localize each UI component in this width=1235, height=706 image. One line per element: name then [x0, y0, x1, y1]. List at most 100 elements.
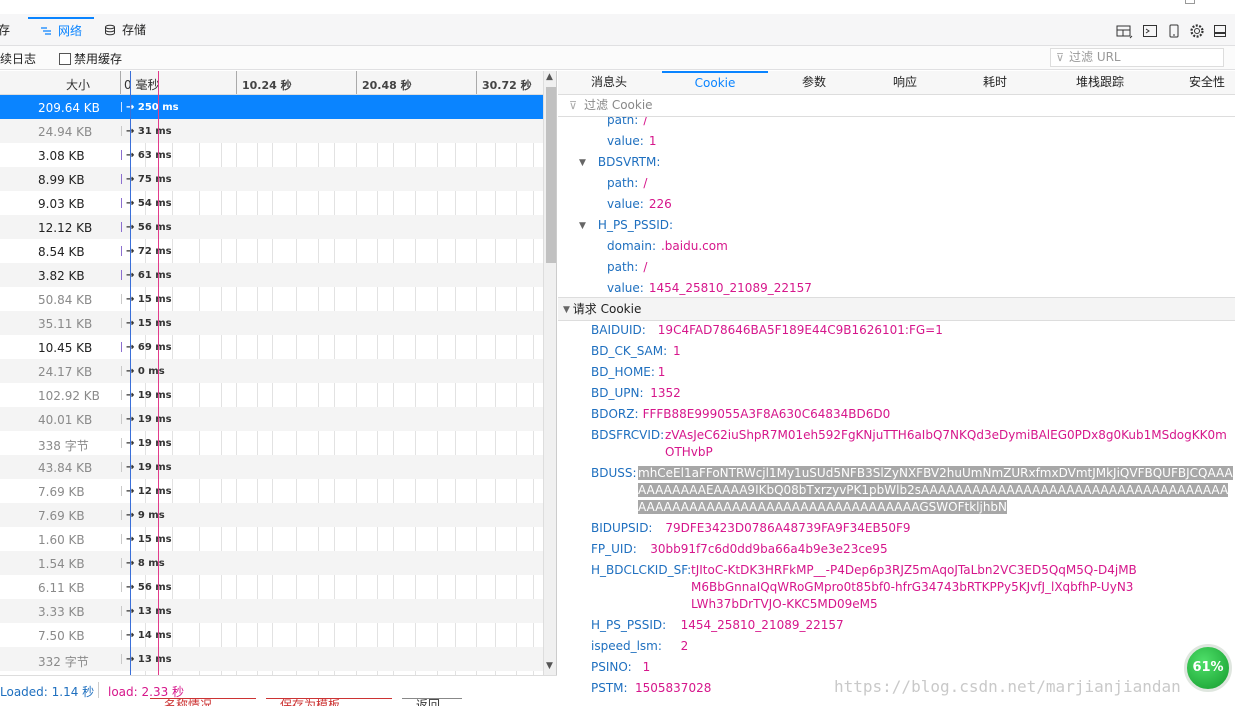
cookie-entry[interactable]: BIDUPSID:	[591, 520, 652, 537]
table-row[interactable]: 24.17 KB → 0 ms	[0, 359, 543, 383]
console-icon[interactable]	[1142, 22, 1158, 40]
cookie-entry[interactable]: value: 226	[607, 196, 672, 213]
table-row[interactable]: 12.12 KB → 56 ms	[0, 215, 543, 239]
cookie-entry[interactable]: domain: .baidu.com	[607, 238, 728, 255]
timing-bar	[121, 366, 122, 376]
cookie-entry[interactable]: BD_HOME:	[591, 364, 655, 381]
request-size: 209.64 KB	[38, 101, 100, 115]
table-row[interactable]: 102.92 KB → 19 ms	[0, 383, 543, 407]
timing-bar	[121, 150, 122, 160]
request-cookies-section[interactable]: ▼ 请求 Cookie	[558, 297, 1235, 321]
cookie-entry[interactable]: BDSFRCVID:	[591, 427, 664, 444]
persist-logs-label: 持续日志	[0, 52, 37, 66]
tab-security[interactable]: 安全性	[1176, 71, 1235, 95]
tab-network[interactable]: 网络	[28, 17, 95, 43]
cookie-entry[interactable]: BD_UPN:	[591, 385, 644, 402]
split-console-icon[interactable]	[1115, 22, 1133, 40]
checkbox-icon[interactable]	[59, 53, 71, 65]
table-row[interactable]: 24.94 KB → 31 ms	[0, 119, 543, 143]
table-row[interactable]: 1.54 KB → 8 ms	[0, 551, 543, 575]
column-divider[interactable]	[120, 71, 121, 94]
cookie-value: mhCeEl1aFFoNTRWcjl1My1uSUd5NFB3SlZyNXFBV…	[638, 465, 1235, 516]
cookie-value: 2	[680, 639, 689, 653]
cookie-entry[interactable]: ▼ H_PS_PSSID:	[579, 217, 673, 236]
cookie-entry[interactable]: PSTM:	[591, 680, 628, 697]
cookie-entry[interactable]: PSINO:	[591, 659, 632, 676]
cookie-entry[interactable]: H_PS_PSSID:	[591, 617, 666, 634]
cookie-entry[interactable]: BDORZ:	[591, 406, 639, 423]
cookie-entry[interactable]: BAIDUID:	[591, 322, 646, 339]
tab-response[interactable]: 响应	[876, 71, 934, 95]
request-duration: → 19 ms	[126, 414, 172, 425]
tab-memory[interactable]: 内存	[0, 17, 10, 43]
twisty-down-icon[interactable]: ▼	[563, 305, 573, 315]
request-list-panel: 大小 0 毫秒 10.24 秒 20.48 秒 30.72 秒 209.64 K…	[0, 71, 557, 675]
cookie-prop-value: 226	[648, 197, 672, 211]
table-row[interactable]: 3.33 KB → 13 ms	[0, 599, 543, 623]
tab-label: Cookie	[694, 76, 736, 90]
table-row[interactable]: 7.50 KB → 14 ms	[0, 623, 543, 647]
status-bar: Loaded: 1.14 秒 load: 2.33 秒 名称情况 保存为模板 返…	[0, 675, 557, 706]
tab-params[interactable]: 参数	[784, 71, 844, 95]
persist-logs-option[interactable]: 持续日志	[0, 50, 36, 67]
tab-stack-trace[interactable]: 堆栈跟踪	[1058, 71, 1142, 95]
dock-icon[interactable]	[1213, 22, 1227, 40]
scroll-down-icon[interactable]: ▼	[546, 661, 553, 671]
table-row[interactable]: 9.03 KB → 54 ms	[0, 191, 543, 215]
timeline-tick	[236, 71, 237, 94]
scrollbar-thumb[interactable]	[546, 87, 556, 263]
scroll-up-icon[interactable]: ▲	[546, 72, 553, 82]
table-row[interactable]: 10.45 KB → 69 ms	[0, 335, 543, 359]
cookie-entry[interactable]: value: 1	[607, 133, 656, 150]
table-row[interactable]: 209.64 KB → 250 ms	[0, 95, 543, 119]
tab-cookies[interactable]: Cookie	[662, 71, 768, 95]
tab-timings[interactable]: 耗时	[962, 71, 1028, 95]
table-row[interactable]: 7.69 KB → 12 ms	[0, 479, 543, 503]
cookie-prop-key: value:	[607, 134, 644, 148]
table-row[interactable]: 8.99 KB → 75 ms	[0, 167, 543, 191]
filter-url-input[interactable]: 过滤 URL	[1050, 48, 1224, 67]
timing-bar	[121, 390, 122, 400]
cookie-entry[interactable]: path: /	[607, 117, 647, 129]
table-row[interactable]: 40.01 KB → 19 ms	[0, 407, 543, 431]
table-row[interactable]: 3.08 KB → 63 ms	[0, 143, 543, 167]
size-column-header[interactable]: 大小	[66, 76, 90, 93]
table-row[interactable]: 43.84 KB → 19 ms	[0, 455, 543, 479]
cookie-entry[interactable]: path: /	[607, 175, 647, 192]
table-row[interactable]: 50.84 KB → 15 ms	[0, 287, 543, 311]
cookie-entry[interactable]: ▼ BDSVRTM:	[579, 154, 660, 173]
table-row[interactable]: 7.69 KB → 9 ms	[0, 503, 543, 527]
cookie-entry[interactable]: BD_CK_SAM:	[591, 343, 667, 360]
cookie-entry[interactable]: ispeed_lsm:	[591, 638, 662, 655]
cookie-name: ispeed_lsm:	[591, 639, 662, 653]
cookie-entry[interactable]: path: /	[607, 259, 647, 276]
speed-badge[interactable]: 61%	[1184, 644, 1232, 692]
table-row[interactable]: 1.60 KB → 15 ms	[0, 527, 543, 551]
cookie-filter-input[interactable]: 过滤 Cookie	[558, 95, 1235, 117]
request-size: 7.50 KB	[38, 629, 85, 643]
cookie-entry[interactable]: FP_UID:	[591, 541, 637, 558]
cookie-value: 1454_25810_21089_22157	[680, 618, 844, 632]
cookie-value: FFFB88E999055A3F8A630C64834BD6D0	[642, 407, 891, 421]
request-size: 1.54 KB	[38, 557, 85, 571]
cookie-entry[interactable]: H_BDCLCKID_SF:	[591, 562, 691, 579]
table-row[interactable]: 35.11 KB → 15 ms	[0, 311, 543, 335]
table-row[interactable]: 6.11 KB → 56 ms	[0, 575, 543, 599]
table-row[interactable]: 8.54 KB → 72 ms	[0, 239, 543, 263]
tab-headers[interactable]: 消息头	[574, 71, 644, 95]
timing-bar	[121, 606, 122, 616]
twisty-down-icon[interactable]: ▼	[579, 221, 586, 231]
responsive-design-icon[interactable]	[1168, 22, 1180, 40]
maximize-window-button[interactable]	[1185, 0, 1195, 4]
disable-cache-checkbox[interactable]: 禁用缓存	[59, 50, 122, 67]
twisty-down-icon[interactable]: ▼	[579, 158, 586, 168]
table-row[interactable]: 3.82 KB → 61 ms	[0, 263, 543, 287]
table-row[interactable]: 338 字节 → 19 ms	[0, 431, 543, 455]
request-list-scrollbar[interactable]: ▲ ▼	[543, 71, 556, 675]
cookie-entry[interactable]: value: 1454_25810_21089_22157	[607, 280, 812, 297]
cookie-entry[interactable]: BDUSS:	[591, 465, 637, 482]
table-row[interactable]: 332 字节 → 13 ms	[0, 647, 543, 671]
tab-storage[interactable]: 存储	[104, 17, 146, 43]
gear-icon[interactable]	[1189, 22, 1205, 40]
timing-bar	[121, 102, 122, 112]
